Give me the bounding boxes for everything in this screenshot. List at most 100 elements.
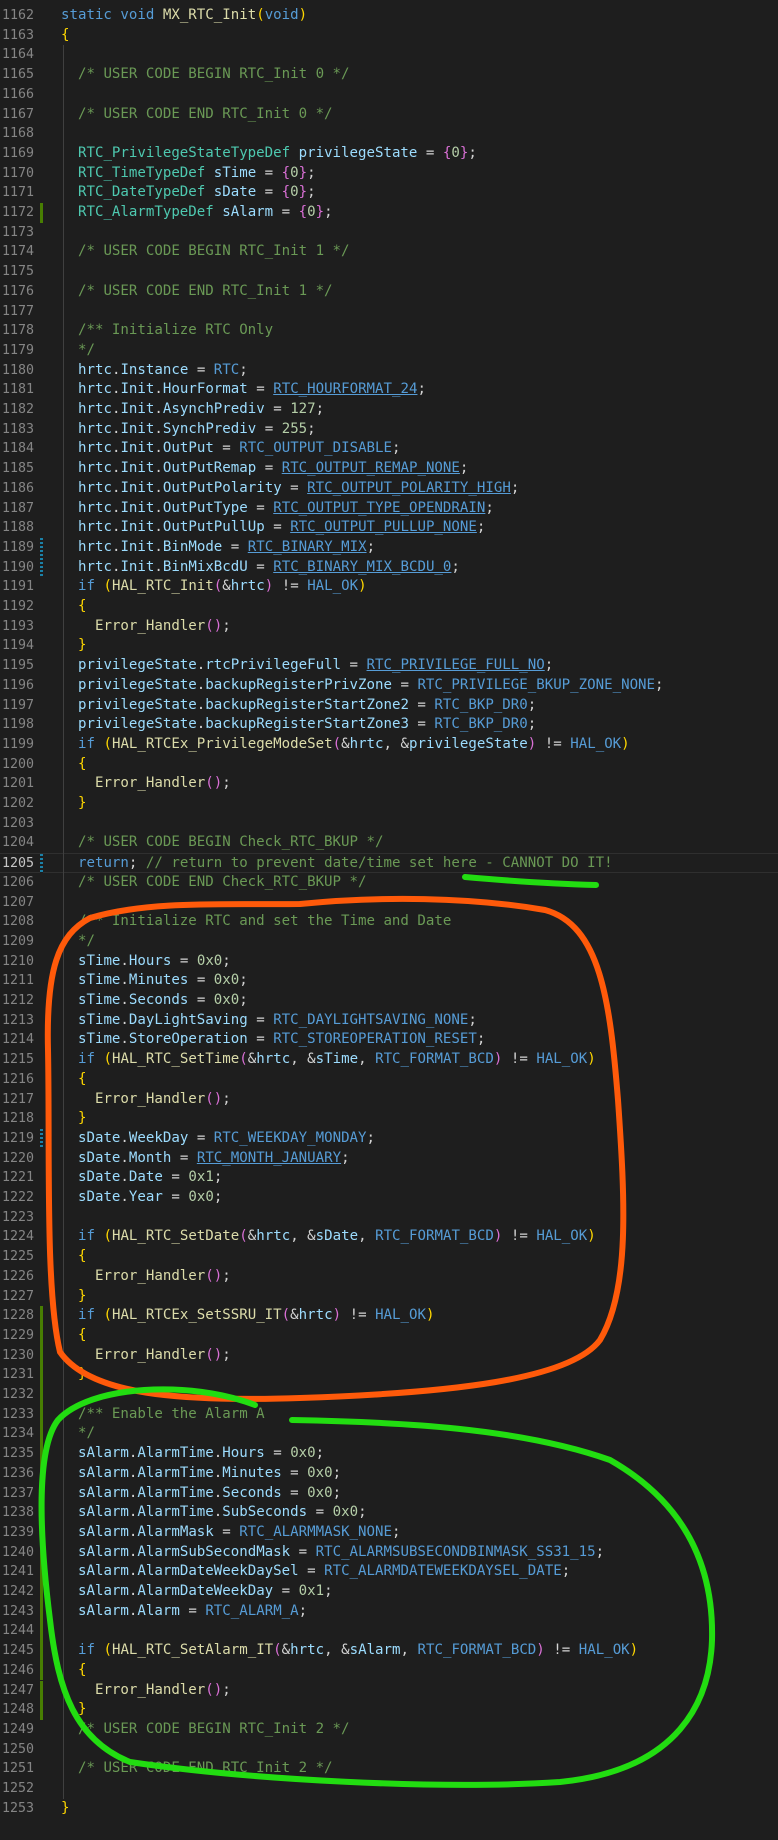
gutter-added-marker[interactable] <box>40 1582 43 1602</box>
code-text[interactable]: RTC_TimeTypeDef sTime = {0}; <box>61 164 316 184</box>
code-line[interactable]: 1252 <box>0 1779 778 1799</box>
code-text[interactable]: } <box>61 1365 87 1385</box>
code-line[interactable]: 1244 <box>0 1621 778 1642</box>
code-line[interactable]: 1165 /* USER CODE BEGIN RTC_Init 0 */ <box>0 65 778 85</box>
code-text[interactable]: */ <box>61 1424 95 1444</box>
code-text[interactable]: /* USER CODE BEGIN RTC_Init 0 */ <box>61 65 350 85</box>
code-text[interactable]: privilegeState.rtcPrivilegeFull = RTC_PR… <box>61 656 553 676</box>
code-text[interactable]: sTime.Minutes = 0x0; <box>61 971 248 991</box>
code-text[interactable]: sAlarm.AlarmMask = RTC_ALARMMASK_NONE; <box>61 1523 401 1543</box>
code-text[interactable]: if (HAL_RTC_SetAlarm_IT(&hrtc, &sAlarm, … <box>61 1641 638 1661</box>
code-text[interactable]: } <box>61 1287 87 1307</box>
code-line[interactable]: 1221 sDate.Date = 0x1; <box>0 1168 778 1188</box>
gutter-modified-marker[interactable] <box>40 537 43 558</box>
code-line[interactable]: 1167 /* USER CODE END RTC_Init 0 */ <box>0 105 778 125</box>
code-text[interactable]: } <box>61 636 87 656</box>
code-text[interactable]: sAlarm.AlarmDateWeekDay = 0x1; <box>61 1582 333 1602</box>
code-text[interactable]: return; // return to prevent date/time s… <box>61 854 613 874</box>
code-text[interactable]: /* USER CODE END Check_RTC_BKUP */ <box>61 873 367 893</box>
gutter-added-marker[interactable] <box>40 1365 43 1385</box>
code-line[interactable]: 1185 hrtc.Init.OutPutRemap = RTC_OUTPUT_… <box>0 459 778 479</box>
code-line[interactable]: 1242 sAlarm.AlarmDateWeekDay = 0x1; <box>0 1582 778 1602</box>
gutter-added-marker[interactable] <box>40 1562 43 1582</box>
code-line[interactable]: 1227 } <box>0 1287 778 1307</box>
code-line[interactable]: 1231 } <box>0 1365 778 1385</box>
code-line[interactable]: 1189 hrtc.Init.BinMode = RTC_BINARY_MIX; <box>0 537 778 558</box>
code-line[interactable]: 1192 { <box>0 597 778 617</box>
code-line[interactable]: 1188 hrtc.Init.OutPutPullUp = RTC_OUTPUT… <box>0 518 778 538</box>
code-line[interactable]: 1229 { <box>0 1325 778 1346</box>
gutter-added-marker[interactable] <box>40 1542 43 1563</box>
gutter-added-marker[interactable] <box>40 1404 43 1425</box>
code-text[interactable]: { <box>61 26 70 46</box>
code-text[interactable]: hrtc.Init.HourFormat = RTC_HOURFORMAT_24… <box>61 380 426 400</box>
code-line[interactable]: 1184 hrtc.Init.OutPut = RTC_OUTPUT_DISAB… <box>0 439 778 459</box>
code-text[interactable]: sTime.StoreOperation = RTC_STOREOPERATIO… <box>61 1030 485 1050</box>
code-line[interactable]: 1225 { <box>0 1247 778 1267</box>
code-text[interactable]: hrtc.Init.OutPutType = RTC_OUTPUT_TYPE_O… <box>61 499 494 519</box>
code-line[interactable]: 1222 sDate.Year = 0x0; <box>0 1188 778 1208</box>
code-text[interactable]: sTime.Hours = 0x0; <box>61 952 231 972</box>
gutter-added-marker[interactable] <box>40 1503 43 1523</box>
code-text[interactable]: sAlarm.AlarmTime.Seconds = 0x0; <box>61 1484 341 1504</box>
code-line[interactable]: 1245 if (HAL_RTC_SetAlarm_IT(&hrtc, &sAl… <box>0 1641 778 1661</box>
code-text[interactable]: hrtc.Init.OutPutRemap = RTC_OUTPUT_REMAP… <box>61 459 468 479</box>
code-line[interactable]: 1173 <box>0 223 778 243</box>
code-line[interactable]: 1243 sAlarm.Alarm = RTC_ALARM_A; <box>0 1601 778 1622</box>
gutter-modified-marker[interactable] <box>40 557 43 578</box>
code-line[interactable]: 1169 RTC_PrivilegeStateTypeDef privilege… <box>0 144 778 164</box>
code-line[interactable]: 1183 hrtc.Init.SynchPrediv = 255; <box>0 420 778 440</box>
gutter-added-marker[interactable] <box>40 1444 43 1464</box>
code-line[interactable]: 1191 if (HAL_RTC_Init(&hrtc) != HAL_OK) <box>0 577 778 597</box>
code-text[interactable]: sAlarm.AlarmDateWeekDaySel = RTC_ALARMDA… <box>61 1562 570 1582</box>
code-text[interactable]: RTC_AlarmTypeDef sAlarm = {0}; <box>61 203 333 223</box>
code-line[interactable]: 1209 */ <box>0 932 778 952</box>
code-line[interactable]: 1247 Error_Handler(); <box>0 1680 778 1701</box>
gutter-modified-marker[interactable] <box>40 854 43 874</box>
code-line[interactable]: 1172 RTC_AlarmTypeDef sAlarm = {0}; <box>0 203 778 223</box>
code-line[interactable]: 1204 /* USER CODE BEGIN Check_RTC_BKUP *… <box>0 833 778 853</box>
code-editor[interactable]: 1162 static void MX_RTC_Init(void) 1163{11… <box>0 0 778 1840</box>
code-line[interactable]: 1211 sTime.Minutes = 0x0; <box>0 971 778 991</box>
code-line[interactable]: 1198 privilegeState.backupRegisterStartZ… <box>0 715 778 735</box>
code-text[interactable]: { <box>61 1326 87 1346</box>
code-text[interactable]: /* USER CODE BEGIN RTC_Init 1 */ <box>61 242 350 262</box>
code-line[interactable]: 1180 hrtc.Instance = RTC; <box>0 361 778 381</box>
code-line[interactable]: 1177 <box>0 302 778 322</box>
code-line[interactable]: 1162 static void MX_RTC_Init(void) <box>0 6 778 26</box>
code-line[interactable]: 1175 <box>0 262 778 282</box>
code-text[interactable]: } <box>61 794 87 814</box>
code-text[interactable]: /* USER CODE END RTC_Init 1 */ <box>61 282 333 302</box>
code-line[interactable]: 1234 */ <box>0 1424 778 1445</box>
code-text[interactable]: static void MX_RTC_Init(void) <box>61 6 307 26</box>
code-text[interactable]: */ <box>61 932 95 952</box>
gutter-added-marker[interactable] <box>40 1660 43 1681</box>
gutter-added-marker[interactable] <box>40 1306 43 1326</box>
code-line[interactable]: 1241 sAlarm.AlarmDateWeekDaySel = RTC_AL… <box>0 1562 778 1582</box>
code-line[interactable]: 1190 hrtc.Init.BinMixBcdU = RTC_BINARY_M… <box>0 557 778 578</box>
code-line[interactable]: 1174 /* USER CODE BEGIN RTC_Init 1 */ <box>0 242 778 262</box>
code-text[interactable]: sAlarm.AlarmTime.Minutes = 0x0; <box>61 1464 341 1484</box>
code-line[interactable]: 1213 sTime.DayLightSaving = RTC_DAYLIGHT… <box>0 1011 778 1031</box>
code-text[interactable]: if (HAL_RTC_SetTime(&hrtc, &sTime, RTC_F… <box>61 1050 596 1070</box>
code-line[interactable]: 1168 <box>0 124 778 144</box>
code-line[interactable]: 1197 privilegeState.backupRegisterStartZ… <box>0 696 778 716</box>
code-line[interactable]: 1230 Error_Handler(); <box>0 1345 778 1366</box>
code-line[interactable]: 1223 <box>0 1208 778 1228</box>
gutter-added-marker[interactable] <box>40 1385 43 1405</box>
code-text[interactable]: hrtc.Init.SynchPrediv = 255; <box>61 420 316 440</box>
code-line[interactable]: 1210 sTime.Hours = 0x0; <box>0 952 778 972</box>
code-text[interactable]: { <box>61 755 87 775</box>
code-line[interactable]: 1216 { <box>0 1070 778 1090</box>
code-text[interactable]: /** Enable the Alarm A <box>61 1405 265 1425</box>
gutter-added-marker[interactable] <box>40 1522 43 1543</box>
gutter-added-marker[interactable] <box>40 1424 43 1445</box>
code-line[interactable]: 1215 if (HAL_RTC_SetTime(&hrtc, &sTime, … <box>0 1050 778 1070</box>
code-text[interactable]: Error_Handler(); <box>61 1346 231 1366</box>
code-text[interactable]: sDate.WeekDay = RTC_WEEKDAY_MONDAY; <box>61 1129 375 1149</box>
code-text[interactable]: sTime.Seconds = 0x0; <box>61 991 248 1011</box>
code-line[interactable]: 1250 <box>0 1740 778 1760</box>
gutter-added-marker[interactable] <box>40 1621 43 1642</box>
code-text[interactable]: RTC_PrivilegeStateTypeDef privilegeState… <box>61 144 477 164</box>
code-line[interactable]: 1202 } <box>0 794 778 814</box>
